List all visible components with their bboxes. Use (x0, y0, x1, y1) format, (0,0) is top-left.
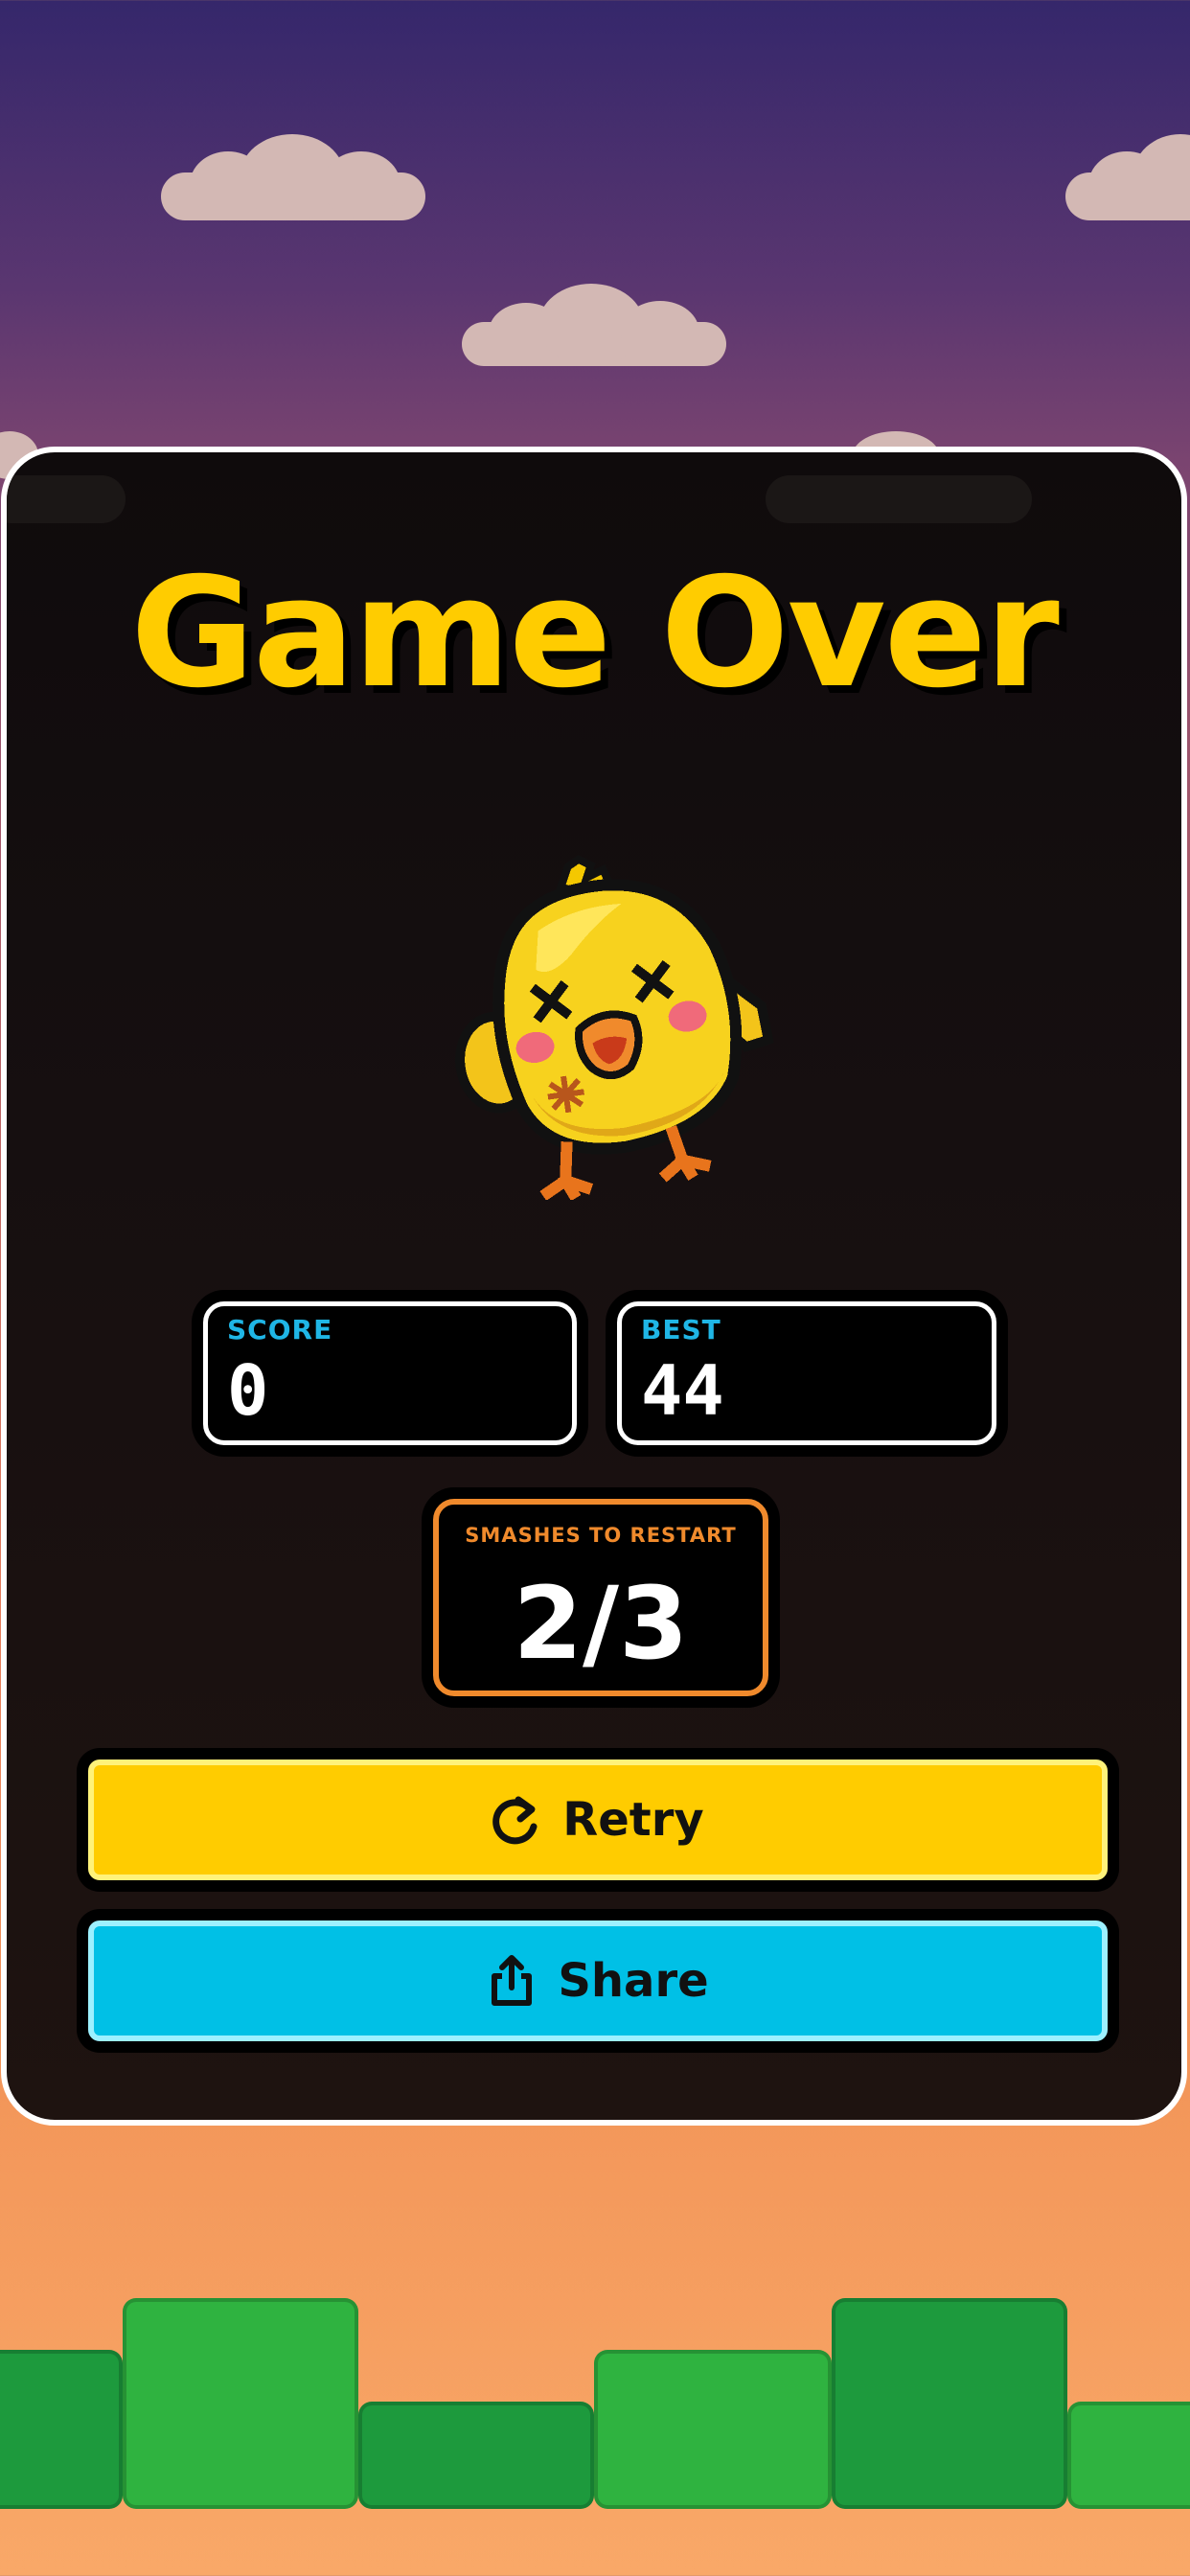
chick-dead-icon (436, 836, 781, 1202)
ground-block (832, 2298, 1067, 2509)
score-panel: SCORE 0 (203, 1301, 577, 1445)
panel-cloud-shadow (7, 475, 126, 523)
game-over-panel: Game Over SCORE 0 BEST 44 SMASHES TO RES… (1, 447, 1187, 2126)
retry-button-label: Retry (562, 1793, 704, 1847)
background-cloud (1065, 134, 1190, 220)
game-over-title: Game Over (130, 545, 1060, 722)
best-label: BEST (641, 1314, 721, 1346)
retry-button[interactable]: Retry (88, 1760, 1108, 1880)
background-cloud (161, 134, 425, 220)
ground-block (358, 2402, 594, 2509)
share-button-label: Share (558, 1954, 709, 2008)
share-icon (492, 1955, 533, 2006)
best-score-panel: BEST 44 (617, 1301, 996, 1445)
ground-block (594, 2350, 832, 2509)
score-value: 0 (227, 1350, 269, 1431)
ground-block (123, 2298, 358, 2509)
background-cloud (462, 284, 726, 366)
share-button[interactable]: Share (88, 1920, 1108, 2041)
retry-icon (492, 1796, 538, 1845)
smashes-to-restart-label: SMASHES TO RESTART (465, 1524, 737, 1547)
panel-cloud-shadow (766, 475, 1032, 523)
smashes-to-restart-panel: SMASHES TO RESTART 2/3 (433, 1499, 768, 1696)
smashes-to-restart-count: 2/3 (513, 1565, 689, 1682)
score-label: SCORE (227, 1314, 333, 1346)
best-value: 44 (641, 1350, 724, 1431)
ground-block (1067, 2402, 1190, 2509)
ground-block (0, 2350, 123, 2509)
